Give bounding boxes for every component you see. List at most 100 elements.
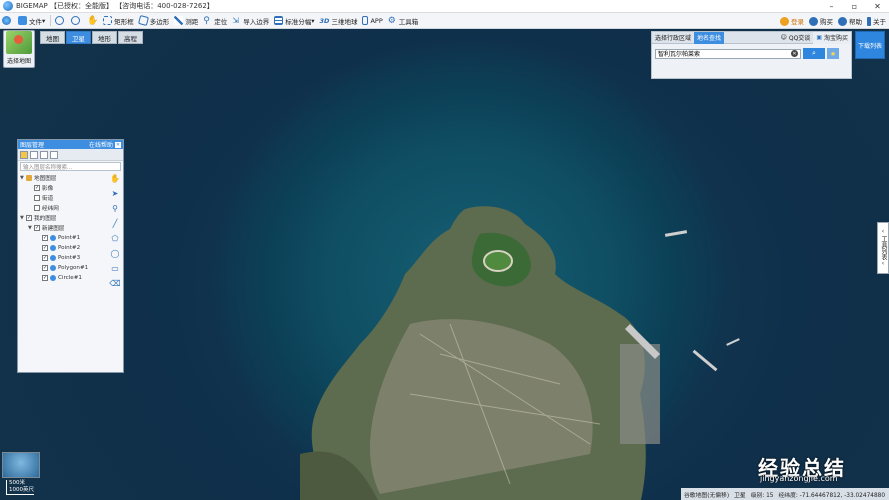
layer-checkbox[interactable]: ✓ xyxy=(34,225,40,231)
tab-satellite[interactable]: 卫星 xyxy=(66,31,91,44)
layer-tree-item[interactable]: ✓ Polygon#1 xyxy=(20,263,108,273)
toolbar-label: 标准分幅 xyxy=(285,17,312,26)
close-icon[interactable]: ✕ xyxy=(115,141,121,148)
map-view[interactable] xyxy=(0,29,889,500)
layer-checkbox[interactable]: ✓ xyxy=(42,275,48,281)
status-source: 谷歌地图(无偏移) xyxy=(684,492,730,499)
toolbar-label: 三维地球 xyxy=(331,17,358,26)
rect-icon[interactable]: ▭ xyxy=(110,263,121,274)
search-icon[interactable] xyxy=(50,150,58,159)
phone-icon xyxy=(362,16,369,25)
map-select-button[interactable]: 选择地图 xyxy=(3,30,35,68)
circle-icon[interactable]: ◯ xyxy=(110,248,121,259)
tab-select-region[interactable]: 选择行政区域 xyxy=(652,32,694,44)
panel-title: 图层管理 xyxy=(20,142,45,149)
tools-list-tab[interactable]: ‹ 工具列表 ‹ xyxy=(877,222,889,274)
layer-tree-item[interactable]: ✓ Circle#1 xyxy=(20,273,108,283)
feature-icon xyxy=(50,265,56,271)
tab-map[interactable]: 地图 xyxy=(40,31,65,44)
save-icon[interactable] xyxy=(30,150,38,159)
import-icon: ⇲ xyxy=(232,16,239,25)
line-icon[interactable]: ╱ xyxy=(110,218,121,229)
polygon-select-button[interactable]: 多边形 xyxy=(137,14,172,28)
map-select-label: 选择地图 xyxy=(6,58,31,65)
3d-earth-button[interactable]: 3D 三维地球 xyxy=(318,14,360,28)
layer-tree-item[interactable]: ✓ Point#3 xyxy=(20,253,108,263)
help-icon xyxy=(838,16,847,26)
polygon-icon xyxy=(137,14,149,27)
taobao-buy-button[interactable]: ▣ 淘宝购买 xyxy=(813,31,851,44)
layer-tree-item[interactable]: ▼ 地图图层 xyxy=(20,173,108,183)
layer-checkbox[interactable]: ✓ xyxy=(34,185,40,191)
hand-icon[interactable]: ✋ xyxy=(110,173,121,184)
scale-bar: 500米 1000英尺 xyxy=(6,480,34,495)
buy-button[interactable]: 购买 xyxy=(807,14,835,28)
qq-chat-button[interactable]: ☺ QQ交谈 xyxy=(778,32,814,44)
location-pin-icon: ⚲ xyxy=(203,16,210,26)
online-help-link[interactable]: 在线帮助 ✕ xyxy=(89,140,121,149)
layer-checkbox[interactable] xyxy=(34,205,40,211)
pointer-icon[interactable]: ➤ xyxy=(110,188,121,199)
layer-tree-item[interactable]: ✓ 影像 xyxy=(20,183,108,193)
favorite-button[interactable]: ★ xyxy=(827,48,839,59)
feature-icon xyxy=(50,275,56,281)
search-icon: ⌕ xyxy=(812,49,816,57)
layer-checkbox[interactable] xyxy=(34,195,40,201)
layer-tree-item[interactable]: ✓ Point#2 xyxy=(20,243,108,253)
layer-checkbox[interactable]: ✓ xyxy=(42,235,48,241)
place-search-input[interactable] xyxy=(655,48,801,59)
zoom-out-icon xyxy=(71,16,81,25)
close-icon[interactable]: ✕ xyxy=(866,0,889,13)
login-button[interactable]: 登录 xyxy=(778,14,806,28)
layer-checkbox[interactable]: ✓ xyxy=(42,265,48,271)
overview-map[interactable] xyxy=(2,452,40,478)
tab-terrain[interactable]: 地形 xyxy=(92,31,117,44)
tab-elevation[interactable]: 高程 xyxy=(118,31,143,44)
layer-tree: ▼ 地图图层 ✓ 影像 街道 经纬网 ▼ ✓ 我的图层 ▼ ✓ 新建图层 ✓ Point#1 ✓ Point#… xyxy=(20,173,108,283)
layer-checkbox[interactable]: ✓ xyxy=(26,215,32,221)
layer-tree-item[interactable]: ▼ ✓ 新建图层 xyxy=(20,223,108,233)
about-button[interactable]: 关于 xyxy=(865,14,888,28)
clear-icon[interactable]: ✕ xyxy=(791,50,798,57)
status-bar: 谷歌地图(无偏移) 卫星 级别: 15 经纬度: -71.64467812, -… xyxy=(681,488,889,500)
layer-label: 我的图层 xyxy=(34,216,57,222)
layer-tree-item[interactable]: ✓ Point#1 xyxy=(20,233,108,243)
layer-label: Point#1 xyxy=(58,235,81,241)
rect-select-button[interactable]: 矩形框 xyxy=(101,14,136,28)
draw-tools: ✋ ➤ ⚲ ╱ ⬠ ◯ ▭ ⌫ xyxy=(108,173,122,289)
maximize-icon[interactable]: ▫ xyxy=(843,0,866,13)
search-button[interactable]: ⌕ xyxy=(803,48,825,59)
grid-division-menu[interactable]: 标准分幅 ▾ xyxy=(272,14,316,28)
import-boundary-button[interactable]: ⇲ 导入边界 xyxy=(230,14,271,28)
polygon-icon[interactable]: ⬠ xyxy=(110,233,121,244)
marker-icon[interactable]: ⚲ xyxy=(110,203,121,214)
locate-button[interactable]: ⚲ 定位 xyxy=(201,14,229,28)
chevron-left-icon: ‹ xyxy=(881,260,885,267)
toolbar-label: 购买 xyxy=(820,18,833,26)
app-logo-icon xyxy=(3,1,13,11)
eraser-icon[interactable]: ⌫ xyxy=(109,278,120,289)
layer-tree-item[interactable]: 经纬网 xyxy=(20,203,108,213)
earth-button[interactable] xyxy=(0,14,15,28)
measure-button[interactable]: 测距 xyxy=(172,14,200,28)
pan-button[interactable]: ✋ xyxy=(85,14,100,28)
cart-icon xyxy=(809,16,818,26)
tab-place-search[interactable]: 地名查找 xyxy=(694,31,725,44)
open-folder-icon[interactable] xyxy=(20,150,28,159)
app-button[interactable]: APP xyxy=(360,14,384,28)
download-list-button[interactable]: 下载列表 xyxy=(855,31,885,59)
help-button[interactable]: 帮助 xyxy=(836,14,864,28)
layer-search-input[interactable]: 输入图层名称搜索... xyxy=(20,162,121,171)
layer-checkbox[interactable]: ✓ xyxy=(42,245,48,251)
layer-checkbox[interactable]: ✓ xyxy=(42,255,48,261)
zoom-out-button[interactable] xyxy=(69,14,84,28)
zoom-in-button[interactable] xyxy=(53,14,68,28)
layer-tree-item[interactable]: 街道 xyxy=(20,193,108,203)
layers-icon[interactable] xyxy=(40,150,48,159)
map-type-tabs: 地图 卫星 地形 高程 xyxy=(40,31,143,44)
toolbox-button[interactable]: ⚙ 工具箱 xyxy=(386,14,421,28)
layer-tree-item[interactable]: ▼ ✓ 我的图层 xyxy=(20,213,108,223)
file-menu[interactable]: 文件 ▾ xyxy=(16,14,47,28)
minimize-icon[interactable]: – xyxy=(820,0,843,13)
status-zoom: 级别: 15 xyxy=(750,492,774,499)
